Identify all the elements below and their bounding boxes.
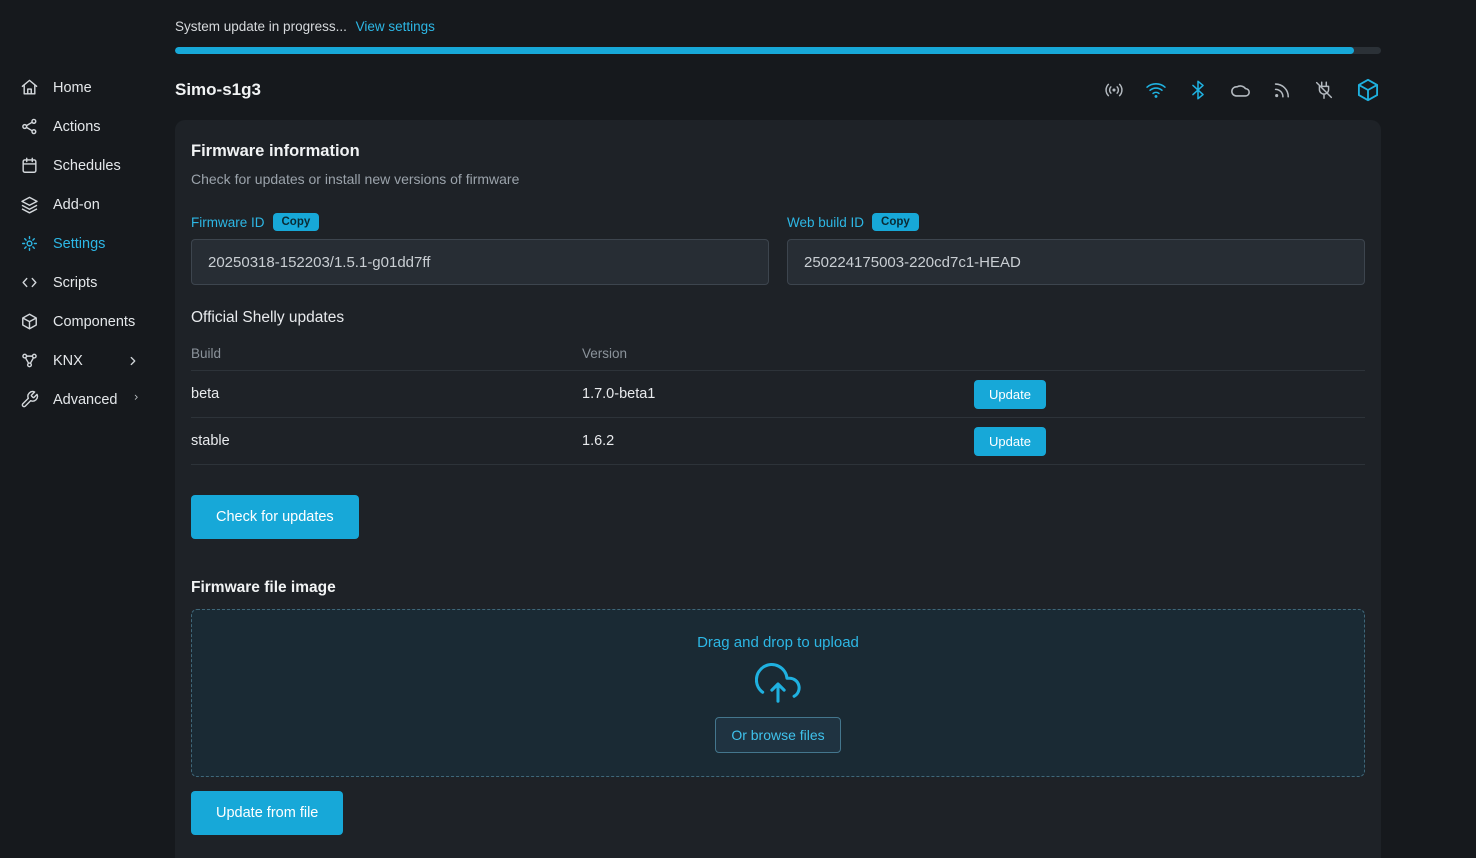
build-version: 1.6.2 [582, 433, 974, 449]
copy-firmware-id-button[interactable]: Copy [273, 213, 320, 231]
firmware-id-input[interactable] [191, 239, 769, 285]
section-subtitle: Check for updates or install new version… [191, 171, 1365, 187]
id-fields: Firmware ID Copy Web build ID Copy [191, 213, 1365, 285]
web-build-id-field: Web build ID Copy [787, 213, 1365, 285]
sidebar-item-home[interactable]: Home [0, 68, 150, 107]
sidebar-item-advanced[interactable]: Advanced [0, 380, 150, 419]
sidebar-item-components[interactable]: Components [0, 302, 150, 341]
build-name: stable [191, 433, 582, 449]
sidebar-item-schedules[interactable]: Schedules [0, 146, 150, 185]
view-settings-link[interactable]: View settings [356, 19, 435, 34]
gear-icon [20, 234, 39, 253]
calendar-icon [20, 156, 39, 175]
update-from-file-button[interactable]: Update from file [191, 791, 343, 835]
plug-slash-icon[interactable] [1313, 79, 1335, 101]
sidebar-item-label: Actions [53, 119, 101, 135]
bluetooth-icon[interactable] [1187, 79, 1209, 101]
sidebar-item-label: Settings [53, 236, 105, 252]
page-header: Simo-s1g3 [175, 68, 1381, 112]
code-icon [20, 273, 39, 292]
sidebar: Home Actions Schedules Add-on Settings S… [0, 0, 175, 858]
wrench-icon [20, 390, 39, 409]
update-banner: System update in progress... View settin… [175, 0, 1381, 54]
sidebar-item-label: Add-on [53, 197, 100, 213]
chevron-right-icon [132, 393, 141, 407]
sidebar-item-label: Schedules [53, 158, 121, 174]
rss-icon[interactable] [1271, 79, 1293, 101]
firmware-dropzone[interactable]: Drag and drop to upload Or browse files [191, 609, 1365, 777]
web-build-id-input[interactable] [787, 239, 1365, 285]
firmware-id-field: Firmware ID Copy [191, 213, 769, 285]
sidebar-item-label: Home [53, 80, 92, 96]
home-icon [20, 78, 39, 97]
cube-icon[interactable] [1355, 77, 1381, 103]
update-stable-button[interactable]: Update [974, 427, 1046, 456]
dropzone-text: Drag and drop to upload [697, 634, 859, 651]
broadcast-icon[interactable] [1103, 79, 1125, 101]
status-icons [1103, 77, 1381, 103]
wifi-icon[interactable] [1145, 79, 1167, 101]
check-for-updates-button[interactable]: Check for updates [191, 495, 359, 539]
table-row: stable 1.6.2 Update [191, 418, 1365, 465]
update-status-text: System update in progress... [175, 19, 347, 34]
firmware-panel: Firmware information Check for updates o… [175, 120, 1381, 858]
official-updates-title: Official Shelly updates [191, 309, 1365, 327]
sidebar-item-addon[interactable]: Add-on [0, 185, 150, 224]
sidebar-item-knx[interactable]: KNX [0, 341, 150, 380]
box-icon [20, 312, 39, 331]
col-build: Build [191, 346, 582, 361]
file-image-title: Firmware file image [191, 579, 1365, 597]
device-name: Simo-s1g3 [175, 80, 261, 100]
share-nodes-icon [20, 117, 39, 136]
browse-files-button[interactable]: Or browse files [715, 717, 840, 753]
main-content: System update in progress... View settin… [175, 0, 1381, 858]
sidebar-item-label: KNX [53, 353, 83, 369]
sidebar-item-actions[interactable]: Actions [0, 107, 150, 146]
update-beta-button[interactable]: Update [974, 380, 1046, 409]
build-name: beta [191, 386, 582, 402]
sidebar-item-label: Scripts [53, 275, 97, 291]
sidebar-item-settings[interactable]: Settings [0, 224, 150, 263]
section-title: Firmware information [191, 142, 1365, 161]
build-version: 1.7.0-beta1 [582, 386, 974, 402]
updates-table-header: Build Version [191, 337, 1365, 371]
layers-icon [20, 195, 39, 214]
upload-cloud-icon [755, 661, 801, 707]
update-progress-bar [175, 47, 1381, 54]
update-progress-fill [175, 47, 1354, 54]
sidebar-item-label: Components [53, 314, 135, 330]
copy-web-build-id-button[interactable]: Copy [872, 213, 919, 231]
col-version: Version [582, 346, 974, 361]
knx-bus-icon [20, 351, 39, 370]
cloud-icon[interactable] [1229, 79, 1251, 101]
chevron-right-icon [126, 354, 140, 368]
table-row: beta 1.7.0-beta1 Update [191, 371, 1365, 418]
updates-table: Build Version beta 1.7.0-beta1 Update st… [191, 337, 1365, 465]
sidebar-item-label: Advanced [53, 392, 118, 408]
web-build-id-label: Web build ID [787, 215, 864, 230]
sidebar-item-scripts[interactable]: Scripts [0, 263, 150, 302]
firmware-id-label: Firmware ID [191, 215, 265, 230]
